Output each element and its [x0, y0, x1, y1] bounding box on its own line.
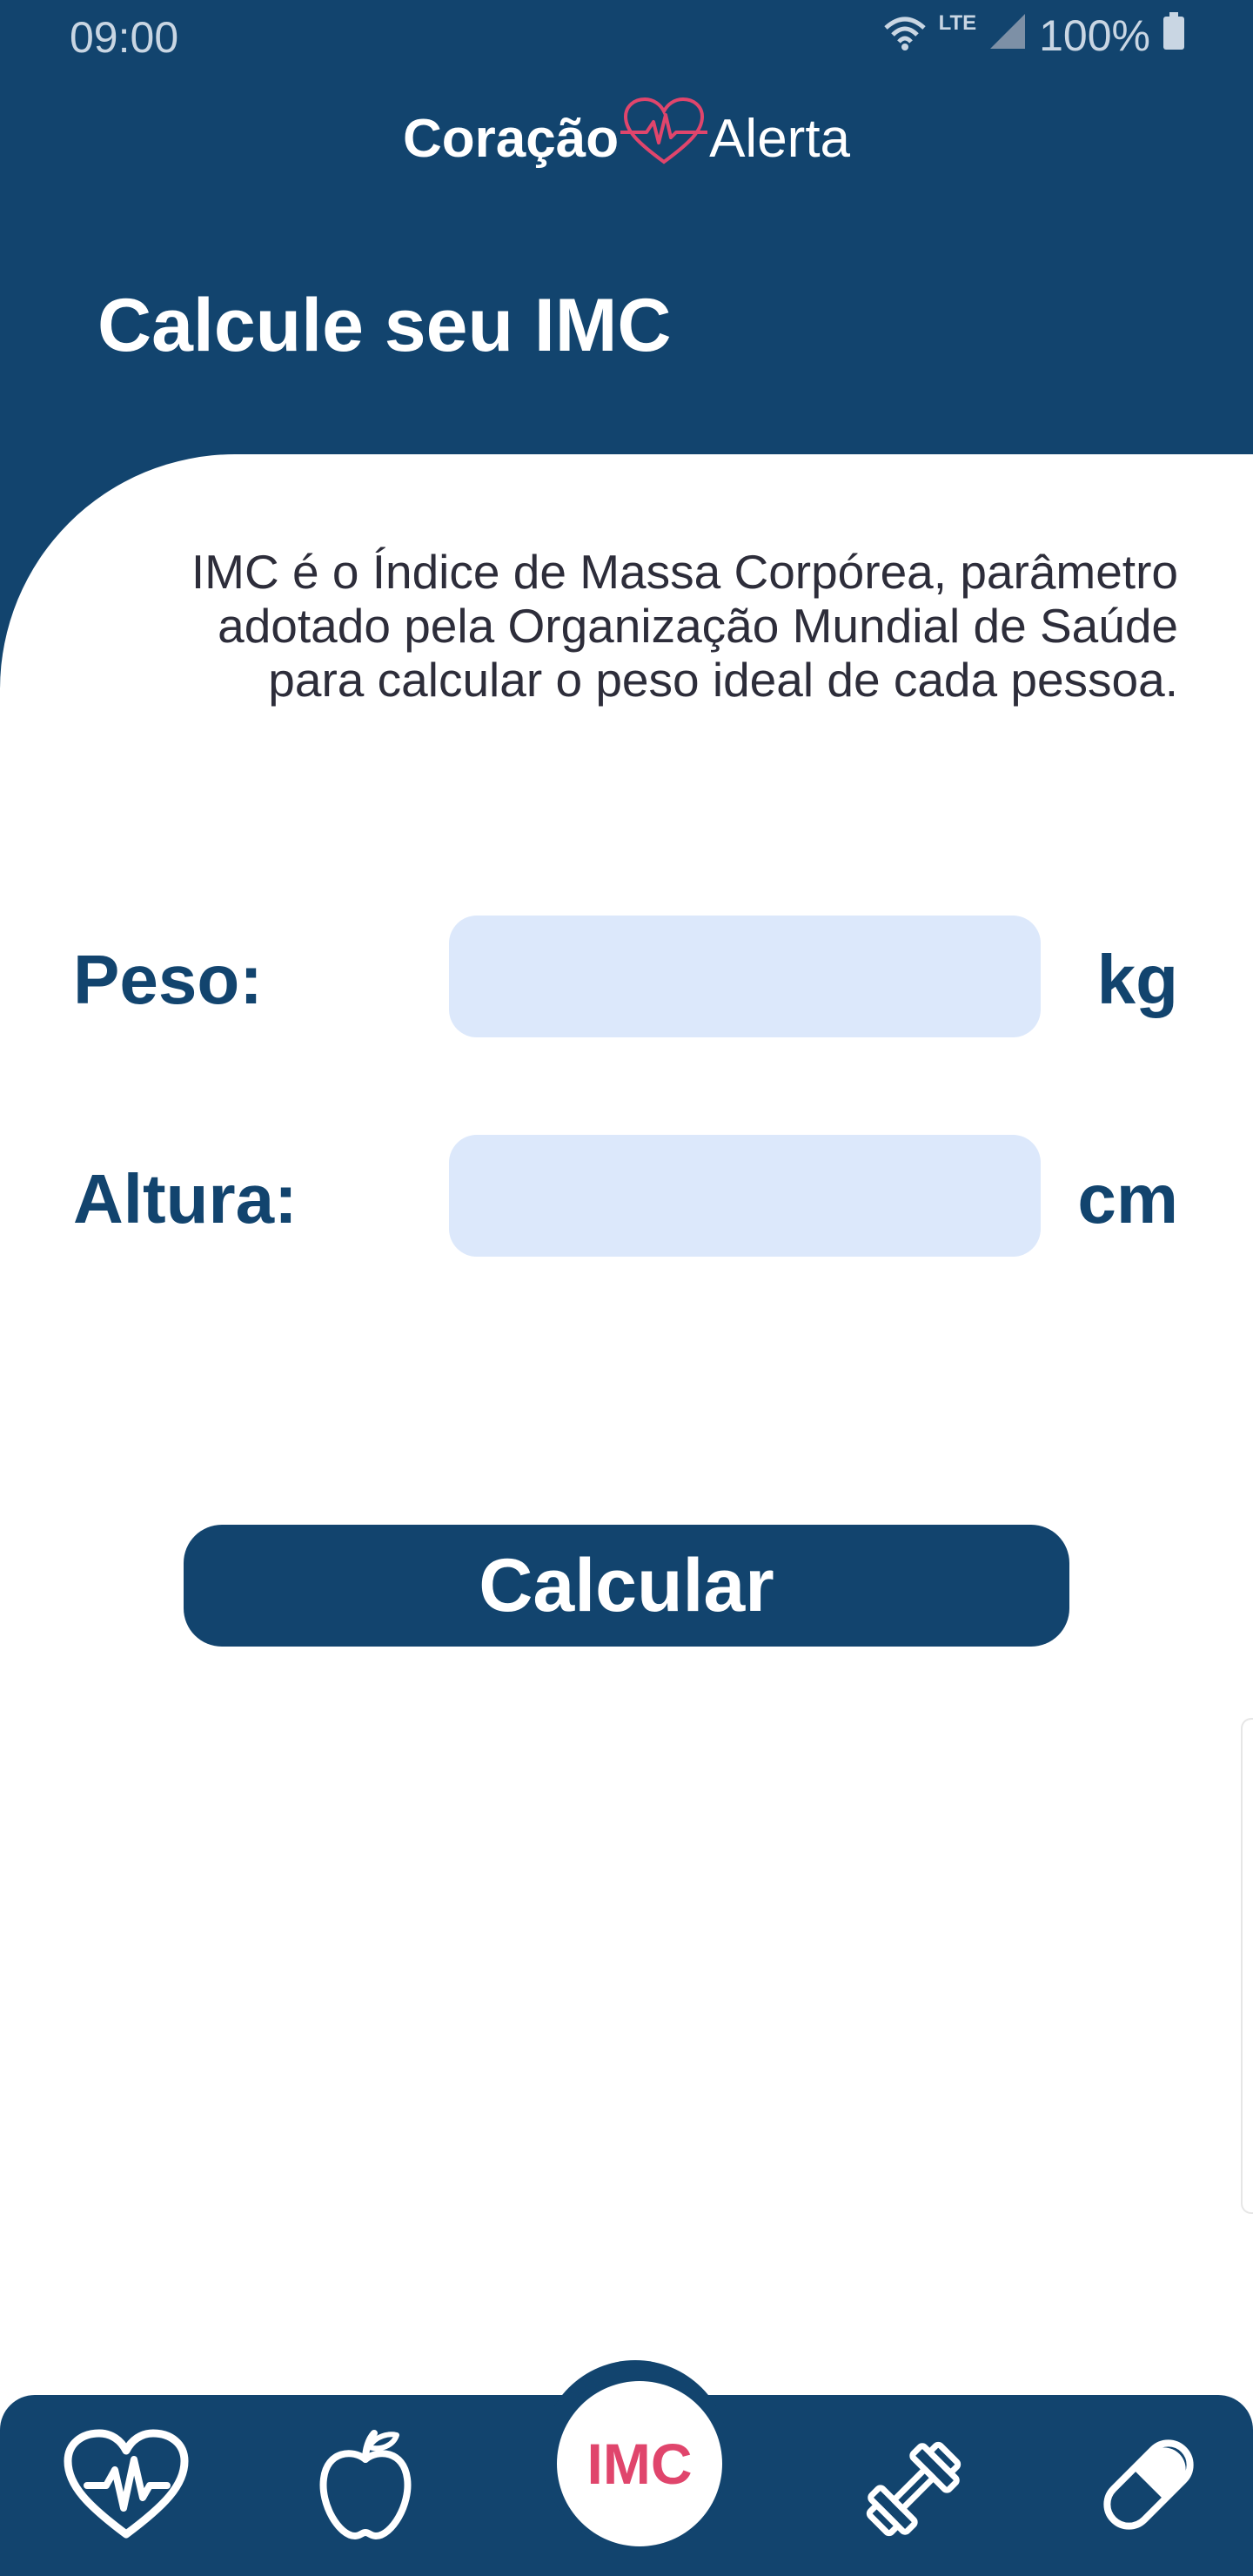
status-time: 09:00 [70, 13, 179, 62]
nav-item-exercise[interactable] [853, 2428, 975, 2550]
content-card [0, 454, 1253, 2576]
nav-item-nutrition[interactable] [305, 2419, 426, 2550]
apple-icon [313, 2428, 418, 2541]
height-row: Altura: cm [0, 1135, 1253, 1257]
height-unit: cm [1077, 1160, 1178, 1238]
nav-item-imc[interactable]: IMC [557, 2381, 722, 2546]
height-input[interactable] [449, 1135, 1041, 1257]
battery-percent: 100% [1039, 11, 1150, 60]
dumbbell-icon [857, 2432, 970, 2546]
logo-word-2: Alerta [709, 109, 851, 169]
status-bar: 09:00 LTE 100% [0, 0, 1253, 75]
nav-item-medication[interactable] [1083, 2419, 1214, 2550]
weight-label: Peso: [73, 941, 263, 1018]
weight-input[interactable] [449, 916, 1041, 1037]
signal-icon [988, 10, 1027, 61]
page-title: Calcule seu IMC [97, 284, 672, 367]
nav-item-heart[interactable] [52, 2419, 200, 2550]
heart-pulse-icon [619, 97, 709, 180]
logo-word-1: Coração [402, 109, 620, 169]
weight-unit: kg [1096, 941, 1178, 1018]
status-icons: LTE 100% [871, 10, 1185, 61]
height-label: Altura: [73, 1160, 298, 1238]
battery-icon [1163, 10, 1185, 61]
network-type: LTE [938, 11, 977, 35]
wifi-icon [883, 10, 927, 61]
app-logo: Coração Alerta [0, 97, 1253, 180]
calculate-button[interactable]: Calcular [184, 1525, 1069, 1647]
page-description: IMC é o Índice de Massa Corpórea, parâme… [191, 545, 1178, 707]
edge-panel-handle[interactable] [1241, 1718, 1253, 2214]
heart-pulse-icon [61, 2428, 191, 2541]
weight-row: Peso: kg [0, 916, 1253, 1037]
pill-icon [1092, 2428, 1205, 2541]
